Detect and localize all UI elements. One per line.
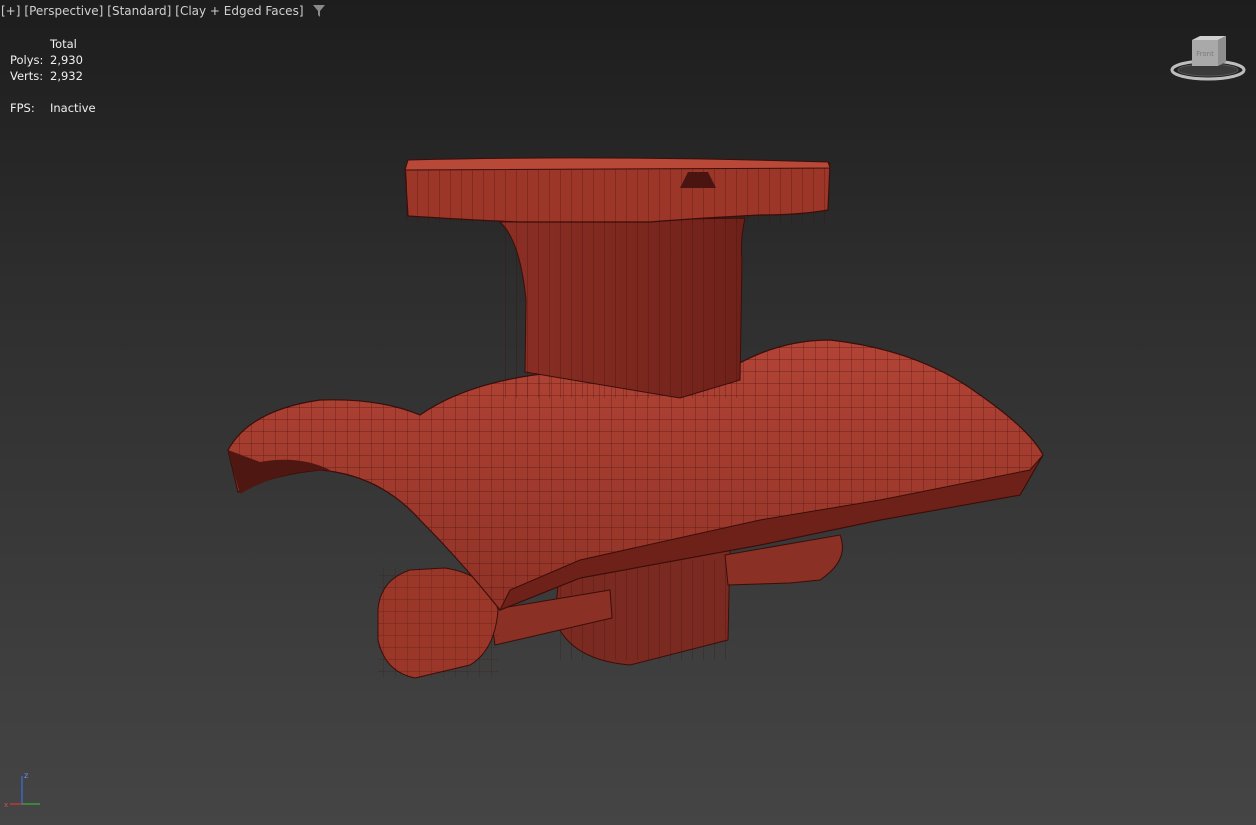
3d-model-mesh[interactable] — [0, 0, 1256, 825]
axis-gizmo: z x — [4, 771, 40, 809]
top-plate — [404, 157, 831, 223]
stem — [498, 217, 746, 399]
axis-z-label: z — [24, 771, 28, 780]
axis-x-label: x — [4, 801, 8, 809]
